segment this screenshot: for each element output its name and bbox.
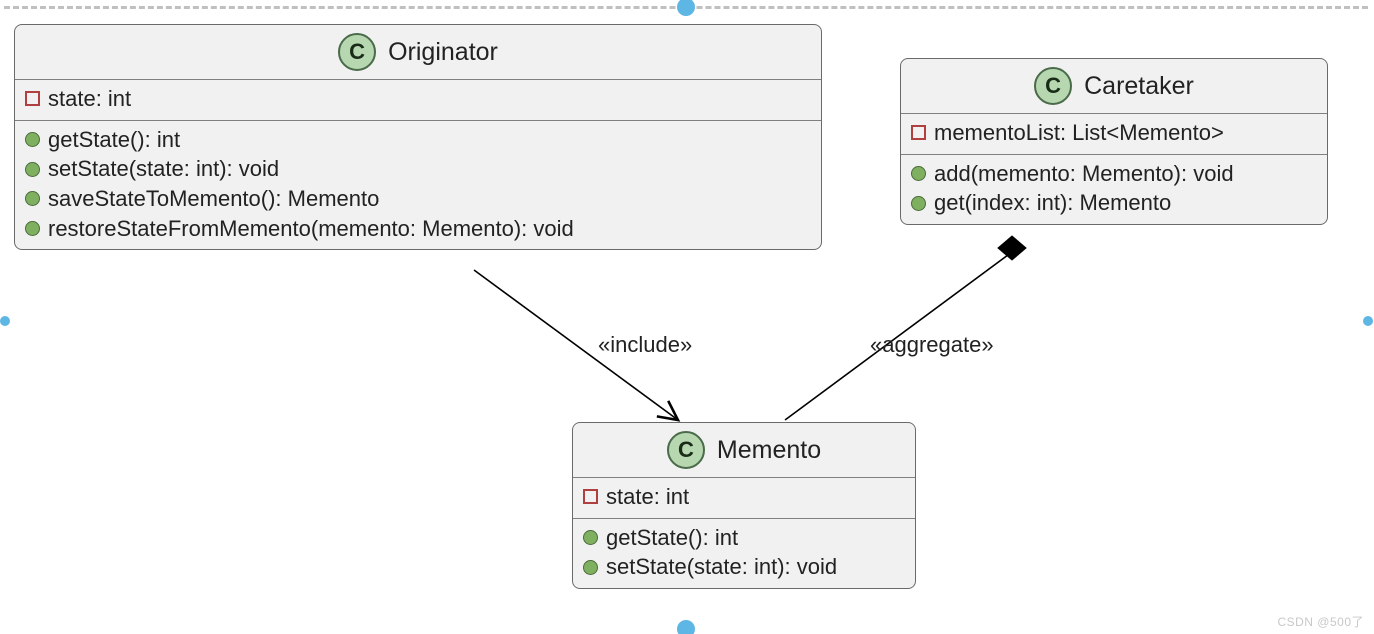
methods-section: getState(): int setState(state: int): vo… [573, 518, 915, 588]
fields-section: mementoList: List<Memento> [901, 114, 1327, 154]
field-row: state: int [25, 84, 811, 114]
class-name: Memento [717, 436, 821, 465]
field-text: state: int [606, 482, 689, 512]
visibility-private-icon [911, 125, 926, 140]
method-row: restoreStateFromMemento(memento: Memento… [25, 214, 811, 244]
class-memento[interactable]: C Memento state: int getState(): int set… [572, 422, 916, 589]
method-row: saveStateToMemento(): Memento [25, 184, 811, 214]
class-originator[interactable]: C Originator state: int getState(): int … [14, 24, 822, 250]
class-header: C Originator [15, 25, 821, 80]
method-text: setState(state: int): void [48, 154, 279, 184]
class-name: Caretaker [1084, 72, 1194, 101]
method-row: setState(state: int): void [25, 154, 811, 184]
aggregate-diamond [998, 236, 1026, 260]
resize-handle-bottom[interactable] [677, 620, 695, 634]
class-stereotype-icon: C [1034, 67, 1072, 105]
visibility-private-icon [25, 91, 40, 106]
class-caretaker[interactable]: C Caretaker mementoList: List<Memento> a… [900, 58, 1328, 225]
method-text: setState(state: int): void [606, 552, 837, 582]
class-header: C Memento [573, 423, 915, 478]
field-row: mementoList: List<Memento> [911, 118, 1317, 148]
fields-section: state: int [15, 80, 821, 120]
method-row: getState(): int [583, 523, 905, 553]
visibility-public-icon [911, 166, 926, 181]
visibility-public-icon [583, 560, 598, 575]
field-text: mementoList: List<Memento> [934, 118, 1224, 148]
class-header: C Caretaker [901, 59, 1327, 114]
resize-handle-right[interactable] [1363, 316, 1373, 326]
visibility-public-icon [25, 132, 40, 147]
class-stereotype-icon: C [338, 33, 376, 71]
method-text: restoreStateFromMemento(memento: Memento… [48, 214, 574, 244]
visibility-public-icon [583, 530, 598, 545]
visibility-public-icon [25, 162, 40, 177]
field-row: state: int [583, 482, 905, 512]
edge-label-include: «include» [598, 332, 692, 358]
visibility-public-icon [911, 196, 926, 211]
methods-section: add(memento: Memento): void get(index: i… [901, 154, 1327, 224]
method-row: get(index: int): Memento [911, 188, 1317, 218]
method-text: get(index: int): Memento [934, 188, 1171, 218]
method-row: getState(): int [25, 125, 811, 155]
visibility-public-icon [25, 221, 40, 236]
field-text: state: int [48, 84, 131, 114]
visibility-private-icon [583, 489, 598, 504]
method-text: getState(): int [48, 125, 180, 155]
visibility-public-icon [25, 191, 40, 206]
edge-label-aggregate: «aggregate» [870, 332, 994, 358]
watermark: CSDN @500了 [1277, 613, 1364, 630]
class-stereotype-icon: C [667, 431, 705, 469]
methods-section: getState(): int setState(state: int): vo… [15, 120, 821, 250]
resize-handle-left[interactable] [0, 316, 10, 326]
resize-handle-top[interactable] [677, 0, 695, 16]
method-text: add(memento: Memento): void [934, 159, 1234, 189]
method-text: saveStateToMemento(): Memento [48, 184, 379, 214]
method-row: add(memento: Memento): void [911, 159, 1317, 189]
method-text: getState(): int [606, 523, 738, 553]
class-name: Originator [388, 38, 498, 67]
method-row: setState(state: int): void [583, 552, 905, 582]
fields-section: state: int [573, 478, 915, 518]
